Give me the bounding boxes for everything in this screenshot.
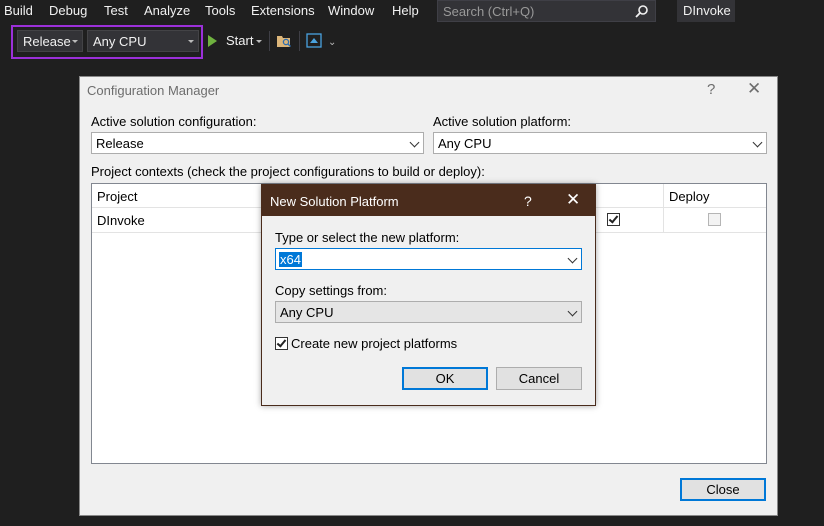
menu-debug[interactable]: Debug bbox=[49, 3, 87, 18]
active-platform-value: Any CPU bbox=[438, 136, 492, 151]
solution-explorer-icon[interactable] bbox=[306, 33, 322, 48]
checkmark-icon bbox=[276, 337, 287, 348]
close-button[interactable]: Close bbox=[680, 478, 766, 501]
configuration-combo[interactable]: Release bbox=[17, 30, 83, 52]
chevron-down-icon bbox=[188, 40, 194, 43]
play-icon bbox=[208, 35, 217, 47]
menu-extensions[interactable]: Extensions bbox=[251, 3, 315, 18]
chevron-down-icon bbox=[567, 306, 578, 317]
platform-combo[interactable]: Any CPU bbox=[87, 30, 199, 52]
chevron-down-icon bbox=[409, 137, 420, 148]
menu-bar: Build Debug Test Analyze Tools Extension… bbox=[0, 0, 824, 22]
toolbar-overflow-icon[interactable]: ⌄ bbox=[328, 37, 336, 48]
start-dropdown-icon[interactable] bbox=[256, 40, 262, 43]
copy-settings-value: Any CPU bbox=[280, 305, 334, 320]
close-icon[interactable]: ✕ bbox=[747, 79, 761, 99]
search-placeholder: Search (Ctrl+Q) bbox=[443, 4, 535, 19]
chevron-down-icon[interactable] bbox=[567, 253, 578, 264]
platform-label: Type or select the new platform: bbox=[275, 230, 460, 245]
project-cell: DInvoke bbox=[92, 208, 262, 233]
active-platform-combo[interactable]: Any CPU bbox=[433, 132, 767, 154]
menu-help[interactable]: Help bbox=[392, 3, 419, 18]
toolbar-separator bbox=[269, 31, 270, 51]
platform-input-text: x64 bbox=[279, 252, 302, 267]
menu-build[interactable]: Build bbox=[4, 3, 33, 18]
help-button[interactable]: ? bbox=[524, 193, 532, 209]
create-platforms-checkbox[interactable] bbox=[275, 337, 288, 350]
platform-input[interactable]: x64 bbox=[275, 248, 582, 270]
build-checkbox[interactable] bbox=[607, 213, 620, 226]
checkmark-icon bbox=[608, 213, 619, 224]
chevron-down-icon bbox=[72, 40, 78, 43]
copy-settings-combo[interactable]: Any CPU bbox=[275, 301, 582, 323]
start-label: Start bbox=[226, 33, 254, 48]
menu-analyze[interactable]: Analyze bbox=[144, 3, 190, 18]
active-config-combo[interactable]: Release bbox=[91, 132, 424, 154]
copy-settings-label: Copy settings from: bbox=[275, 283, 387, 298]
dialog-title-bar: New Solution Platform ? ✕ bbox=[262, 185, 595, 216]
search-input[interactable]: Search (Ctrl+Q) bbox=[437, 0, 656, 22]
search-icon[interactable] bbox=[635, 4, 649, 18]
toolbar-separator bbox=[299, 31, 300, 51]
active-config-value: Release bbox=[96, 136, 144, 151]
chevron-down-icon bbox=[752, 137, 763, 148]
project-contexts-label: Project contexts (check the project conf… bbox=[91, 164, 485, 179]
menu-tools[interactable]: Tools bbox=[205, 3, 235, 18]
help-button[interactable]: ? bbox=[707, 81, 715, 98]
find-in-files-icon[interactable] bbox=[276, 33, 292, 48]
active-config-label: Active solution configuration: bbox=[91, 114, 257, 129]
configuration-value: Release bbox=[23, 34, 71, 49]
cancel-button[interactable]: Cancel bbox=[496, 367, 582, 390]
platform-value: Any CPU bbox=[93, 34, 147, 49]
column-header-project[interactable]: Project bbox=[92, 184, 262, 208]
column-header-deploy[interactable]: Deploy bbox=[664, 184, 766, 208]
menu-window[interactable]: Window bbox=[328, 3, 374, 18]
dialog-title: New Solution Platform bbox=[270, 194, 399, 209]
solution-name-badge: DInvoke bbox=[677, 0, 735, 22]
menu-test[interactable]: Test bbox=[104, 3, 128, 18]
new-solution-platform-dialog: New Solution Platform ? ✕ Type or select… bbox=[261, 184, 596, 406]
selected-text: x64 bbox=[279, 252, 302, 267]
ok-button[interactable]: OK bbox=[402, 367, 488, 390]
dialog-title: Configuration Manager bbox=[87, 83, 220, 98]
close-icon[interactable]: ✕ bbox=[566, 190, 580, 210]
create-platforms-label[interactable]: Create new project platforms bbox=[291, 336, 457, 351]
column-header-build[interactable] bbox=[592, 184, 664, 208]
build-cell bbox=[592, 208, 664, 233]
deploy-checkbox bbox=[708, 213, 721, 226]
active-platform-label: Active solution platform: bbox=[433, 114, 572, 129]
deploy-cell bbox=[664, 208, 766, 233]
